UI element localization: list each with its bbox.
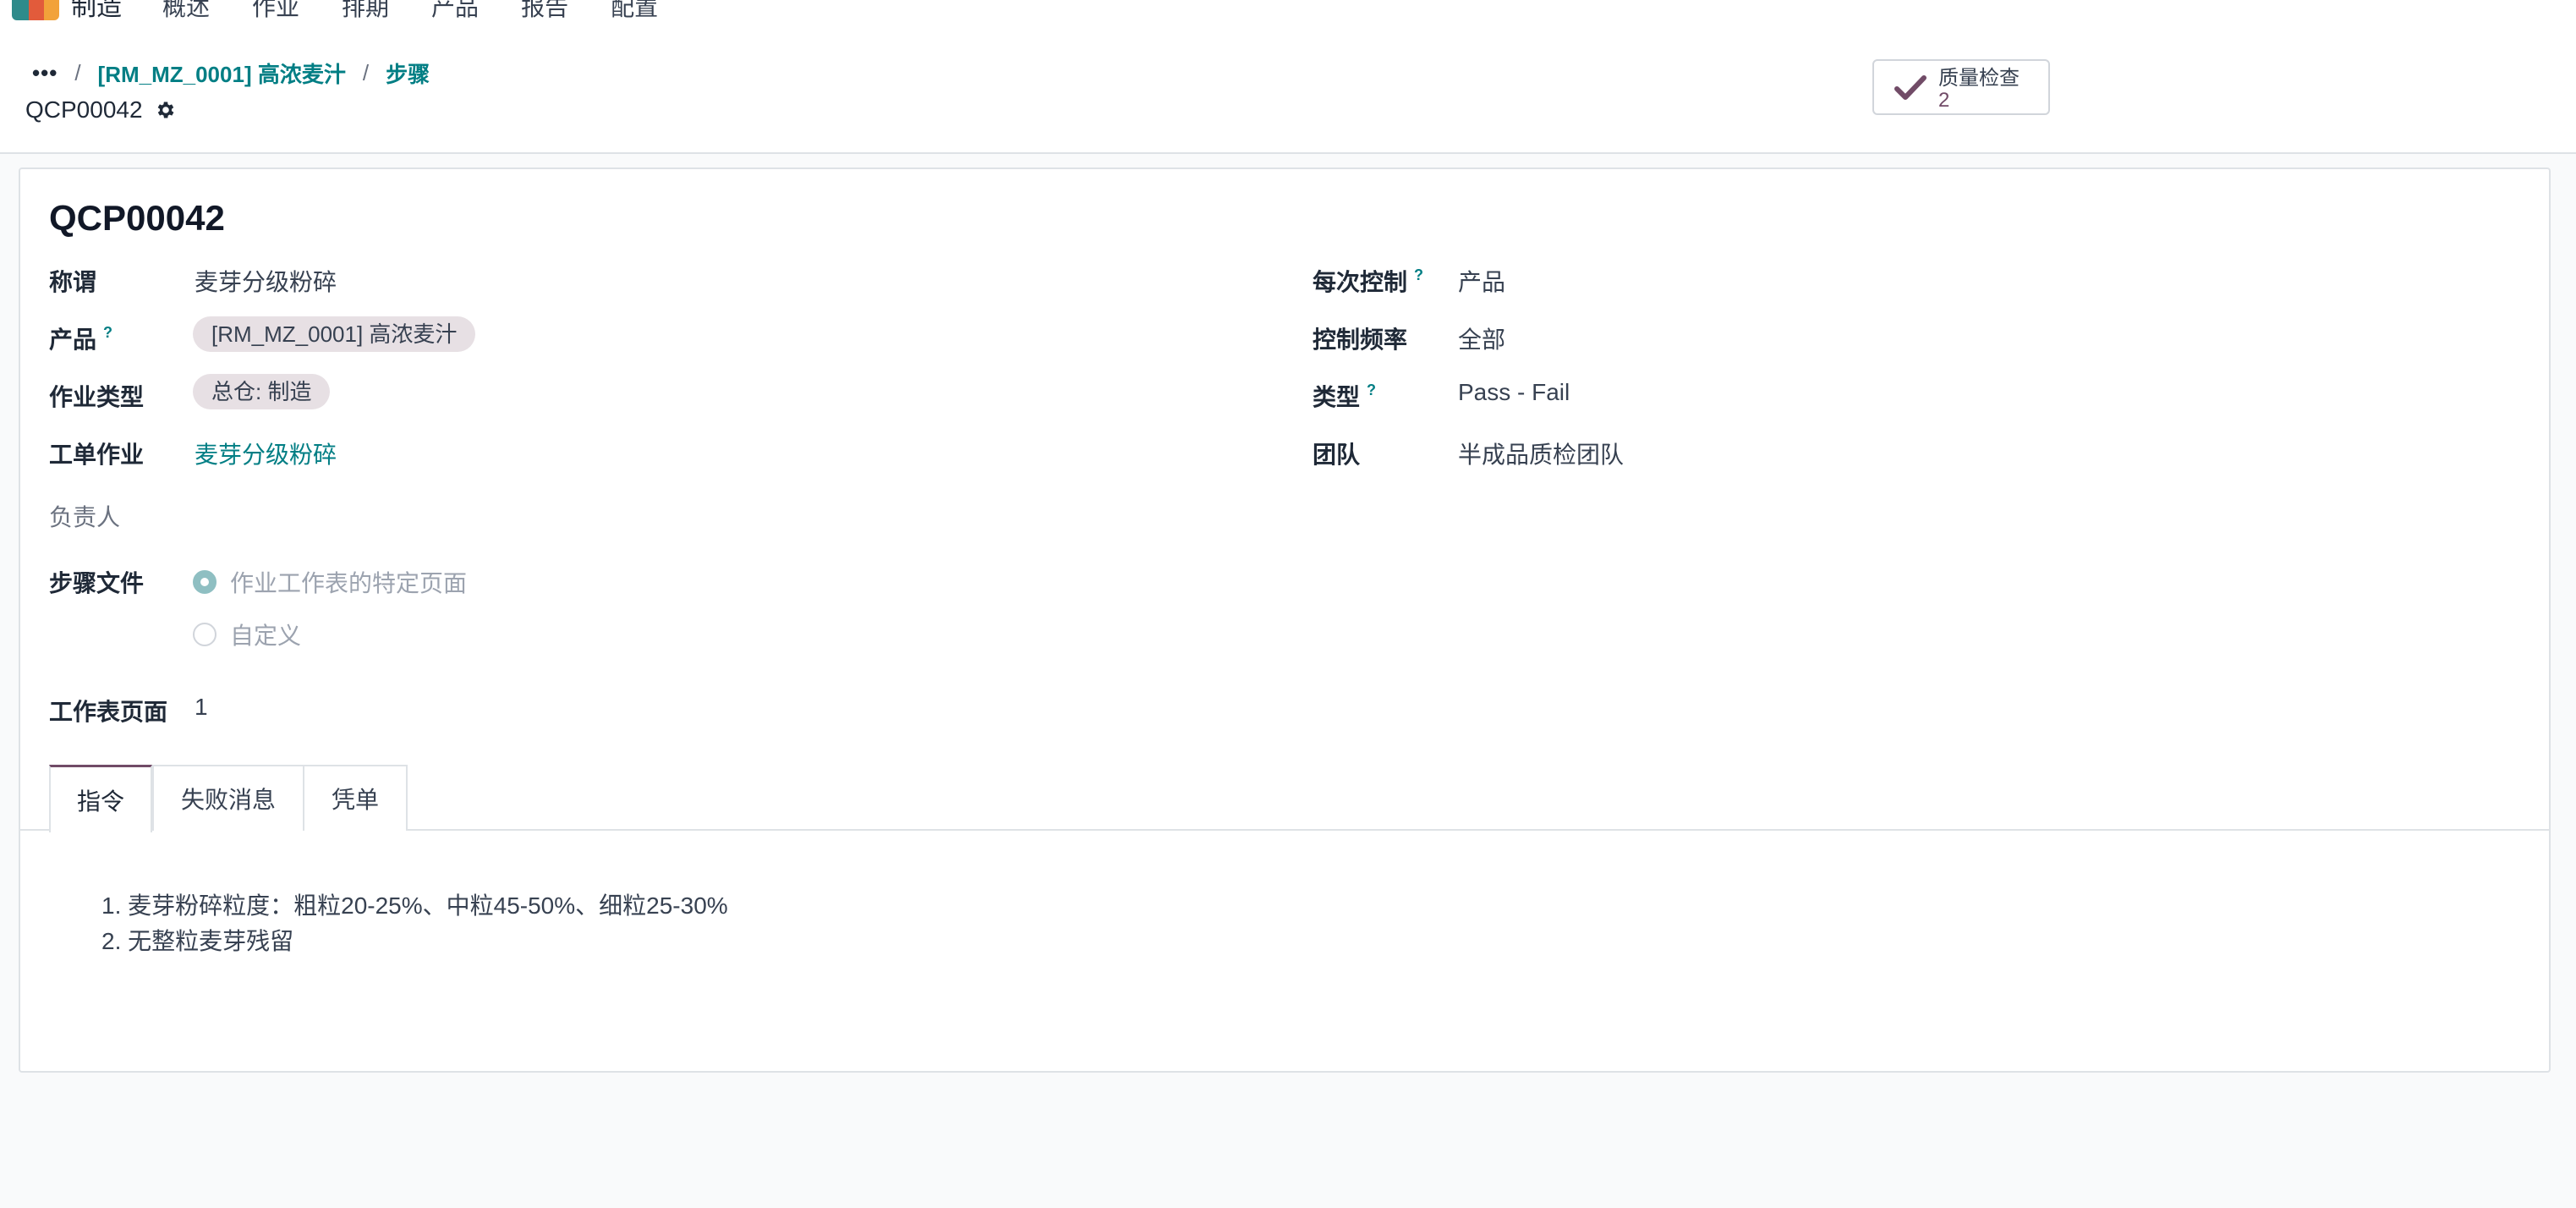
help-tooltip-icon[interactable]: ?	[103, 324, 112, 341]
quality-checks-count: 2	[1938, 89, 1950, 112]
team-field[interactable]: 半成品质检团队	[1458, 437, 1624, 470]
step-doc-option-label: 自定义	[230, 623, 302, 649]
menu-item-configuration[interactable]: 配置	[611, 0, 658, 22]
menu-item-operations[interactable]: 作业	[252, 0, 299, 22]
step-doc-option-specific-page[interactable]: 作业工作表的特定页面	[193, 565, 467, 599]
control-panel: ••• / [RM_MZ_0001] 高浓麦汁 / 步骤 QCP00042 质量…	[0, 24, 2576, 154]
breadcrumb-more-button[interactable]: •••	[32, 60, 58, 86]
operation-type-label: 作业类型	[49, 384, 145, 410]
menu-item-reporting[interactable]: 报告	[521, 0, 568, 22]
worksheet-page-label: 工作表页面	[49, 699, 168, 725]
step-doc-option-label: 作业工作表的特定页面	[230, 570, 468, 596]
radio-checked-icon[interactable]	[193, 570, 216, 594]
type-field[interactable]: Pass - Fail	[1458, 379, 1570, 406]
step-document-label: 步骤文件	[49, 570, 145, 596]
work-order-link[interactable]: 麦芽分级粉碎	[195, 437, 337, 470]
operation-type-tag[interactable]: 总仓: 制造	[193, 374, 331, 409]
control-frequency-field[interactable]: 全部	[1458, 321, 1505, 355]
quality-checks-button[interactable]: 质量检查 2	[1872, 59, 2050, 115]
instruction-line: 2. 无整粒麦芽残留	[101, 928, 294, 954]
breadcrumb-current: QCP00042	[25, 96, 177, 124]
menu-item-products[interactable]: 产品	[431, 0, 479, 22]
tab-instructions[interactable]: 指令	[49, 765, 152, 832]
product-tag[interactable]: [RM_MZ_0001] 高浓麦汁	[193, 316, 476, 352]
breadcrumb-product-link[interactable]: [RM_MZ_0001] 高浓麦汁	[98, 58, 346, 89]
instruction-line: 1. 麦芽粉碎粒度：粗粒20-25%、中粒45-50%、细粒25-30%	[101, 892, 728, 919]
step-doc-option-custom[interactable]: 自定义	[193, 618, 301, 651]
responsible-field[interactable]	[195, 499, 702, 526]
quality-checks-label: 质量检查	[1938, 67, 2020, 90]
name-field[interactable]: 麦芽分级粉碎	[195, 264, 337, 298]
current-record-name: QCP00042	[25, 96, 143, 123]
check-icon	[1894, 75, 1927, 100]
instructions-content[interactable]: 1. 麦芽粉碎粒度：粗粒20-25%、中粒45-50%、细粒25-30% 2. …	[101, 888, 728, 959]
name-label: 称谓	[49, 269, 97, 295]
top-navbar: 制造 概述 作业 排期 产品 报告 配置	[0, 0, 2576, 24]
breadcrumb-separator: /	[74, 60, 81, 85]
gear-icon[interactable]	[155, 99, 177, 121]
product-label: 产品?	[49, 324, 113, 353]
control-per-field[interactable]: 产品	[1458, 264, 1505, 298]
tab-documents[interactable]: 凭单	[303, 765, 408, 831]
menu-item-overview[interactable]: 概述	[162, 0, 210, 22]
form-sheet: QCP00042 称谓 麦芽分级粉碎 产品? [RM_MZ_0001] 高浓麦汁…	[19, 167, 2551, 1073]
tab-failure-message[interactable]: 失败消息	[152, 765, 304, 831]
responsible-label: 负责人	[49, 504, 121, 530]
breadcrumb: ••• / [RM_MZ_0001] 高浓麦汁 / 步骤	[32, 58, 430, 89]
work-order-label: 工单作业	[49, 442, 145, 468]
app-logo-icon[interactable]	[12, 0, 59, 20]
help-tooltip-icon[interactable]: ?	[1367, 382, 1376, 398]
control-per-label: 每次控制?	[1313, 266, 1424, 295]
radio-unchecked-icon[interactable]	[193, 623, 216, 646]
worksheet-page-field[interactable]: 1	[195, 694, 208, 721]
breadcrumb-steps-link[interactable]: 步骤	[386, 58, 430, 89]
type-label: 类型?	[1313, 382, 1377, 410]
team-label: 团队	[1313, 442, 1361, 468]
menu-item-planning[interactable]: 排期	[342, 0, 389, 22]
breadcrumb-separator: /	[362, 60, 370, 85]
app-name[interactable]: 制造	[71, 0, 122, 22]
main-menu: 概述 作业 排期 产品 报告 配置	[162, 0, 700, 22]
control-frequency-label: 控制频率	[1313, 327, 1408, 353]
help-tooltip-icon[interactable]: ?	[1414, 266, 1423, 283]
record-title: QCP00042	[49, 198, 225, 238]
